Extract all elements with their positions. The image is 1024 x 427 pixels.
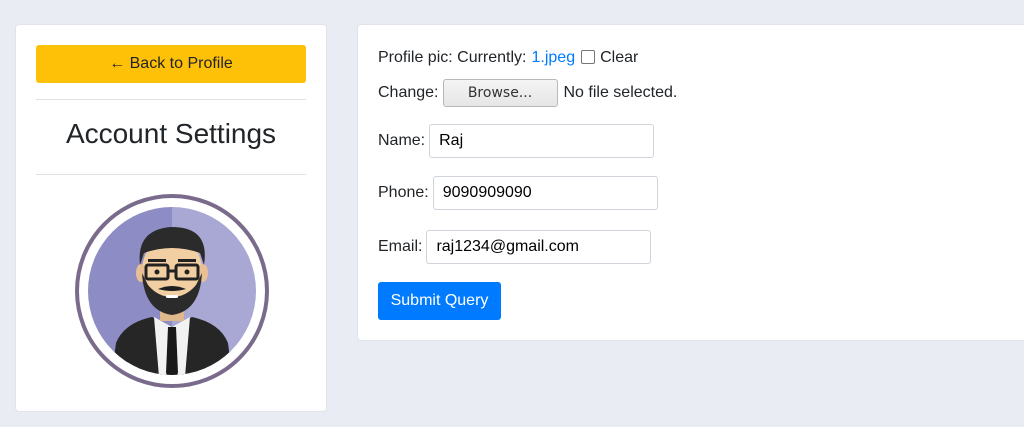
change-file-row: Change: Browse... No file selected. <box>378 78 677 108</box>
divider <box>36 99 306 100</box>
page-title: Account Settings <box>65 118 277 149</box>
file-status-text: No file selected. <box>563 84 678 101</box>
current-file-link[interactable]: 1.jpeg <box>532 49 576 67</box>
phone-row: Phone: 9090909090 <box>378 176 658 210</box>
phone-label: Phone: <box>378 184 429 201</box>
clear-checkbox[interactable] <box>581 50 596 64</box>
account-settings-form: Profile pic: Currently: 1.jpeg Clear Cha… <box>357 24 1024 341</box>
avatar <box>75 194 269 388</box>
email-row: Email: raj1234@gmail.com <box>378 230 652 264</box>
email-label: Email: <box>378 238 423 255</box>
profile-pic-label: Profile pic: Currently: <box>378 49 527 66</box>
back-to-profile-button[interactable]: ← Back to Profile <box>36 45 306 83</box>
change-label: Change: <box>378 84 439 101</box>
email-input[interactable]: raj1234@gmail.com <box>426 230 652 264</box>
clear-label: Clear <box>600 49 639 66</box>
profile-sidebar-card: ← Back to Profile Account Settings <box>15 24 327 412</box>
name-row: Name: Raj <box>378 124 655 158</box>
divider <box>36 174 306 175</box>
browse-button[interactable]: Browse... <box>442 79 558 107</box>
name-label: Name: <box>378 132 426 149</box>
profile-pic-row: Profile pic: Currently: 1.jpeg Clear <box>378 46 638 70</box>
name-input[interactable]: Raj <box>429 124 655 158</box>
phone-input[interactable]: 9090909090 <box>432 176 658 210</box>
submit-button[interactable]: Submit Query <box>378 282 501 320</box>
